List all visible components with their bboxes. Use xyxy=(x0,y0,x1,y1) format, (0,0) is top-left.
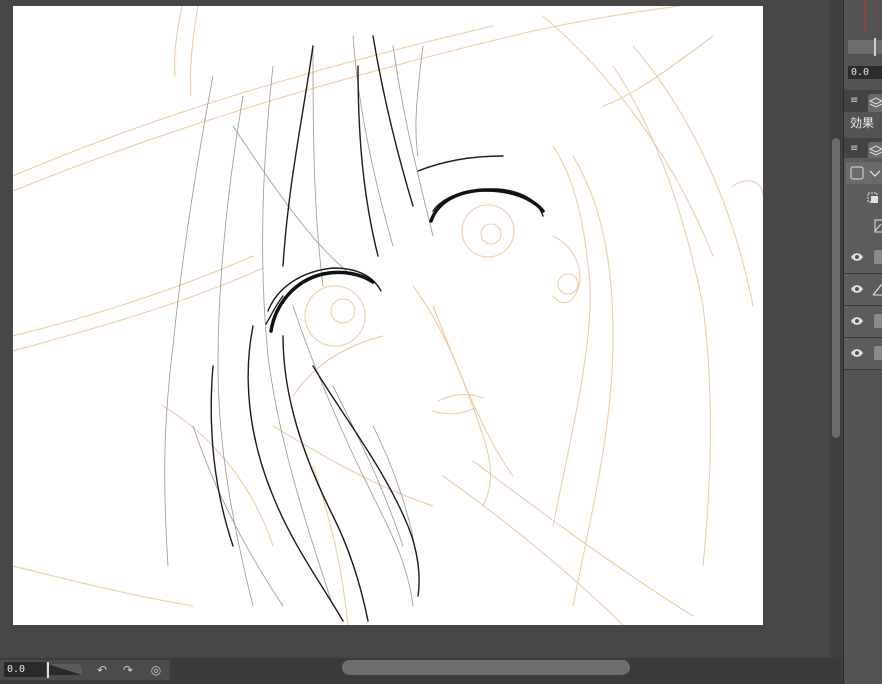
eye-icon[interactable] xyxy=(850,250,864,264)
horizontal-scrollbar-thumb[interactable] xyxy=(342,660,630,675)
opacity-value-field[interactable]: 0.0 xyxy=(848,66,882,79)
eye-icon[interactable] xyxy=(850,314,864,328)
canvas-workspace[interactable] xyxy=(0,0,830,658)
reference-layer-icon[interactable] xyxy=(874,218,882,233)
rotate-left-icon[interactable]: ↶ xyxy=(94,662,110,678)
zoom-control: 0.0 ↶ ↷ ◎ xyxy=(0,660,170,680)
zoom-slider[interactable] xyxy=(48,664,82,675)
line-art-layer xyxy=(210,35,544,622)
eye-icon[interactable] xyxy=(850,346,864,360)
opacity-slider[interactable] xyxy=(848,40,882,54)
eye-icon[interactable] xyxy=(850,282,864,296)
rough-sketch-layer xyxy=(13,6,763,625)
zoom-slider-handle[interactable] xyxy=(47,662,49,678)
layer-row[interactable] xyxy=(844,274,882,306)
vector-layer-icon xyxy=(872,283,882,296)
status-bar: 0.0 ↶ ↷ ◎ xyxy=(0,658,843,684)
panel-divider-marker xyxy=(865,0,866,33)
eyelash-strokes xyxy=(269,188,545,333)
panel-menu-icon[interactable]: ≡ xyxy=(850,96,860,106)
layer-tab-icon[interactable] xyxy=(868,94,882,112)
layer-thumbnail xyxy=(874,346,882,360)
effect-label: 効果 xyxy=(850,116,875,130)
vertical-scrollbar[interactable] xyxy=(830,0,843,658)
layer-thumbnail xyxy=(874,314,882,328)
rotate-right-icon[interactable]: ↷ xyxy=(120,662,136,678)
blend-mode-dropdown[interactable] xyxy=(846,162,882,184)
hair-underlines xyxy=(164,35,434,607)
layer-panel-menu-icon[interactable]: ≡ xyxy=(850,144,860,154)
reset-view-icon[interactable]: ◎ xyxy=(148,662,164,678)
layer-thumbnail xyxy=(874,250,882,264)
layer-row[interactable] xyxy=(844,306,882,338)
layer-row[interactable] xyxy=(844,338,882,370)
layer-mask-icon[interactable] xyxy=(866,190,880,204)
vertical-scrollbar-thumb[interactable] xyxy=(832,138,840,438)
drawing-canvas[interactable] xyxy=(13,6,763,625)
layer-row[interactable] xyxy=(844,242,882,274)
opacity-slider-handle[interactable] xyxy=(874,38,876,56)
sketch-artwork xyxy=(13,6,763,625)
zoom-value-field[interactable]: 0.0 xyxy=(4,662,46,677)
layer-panel: 0.0 ≡ 効果 ≡ xyxy=(843,0,882,684)
